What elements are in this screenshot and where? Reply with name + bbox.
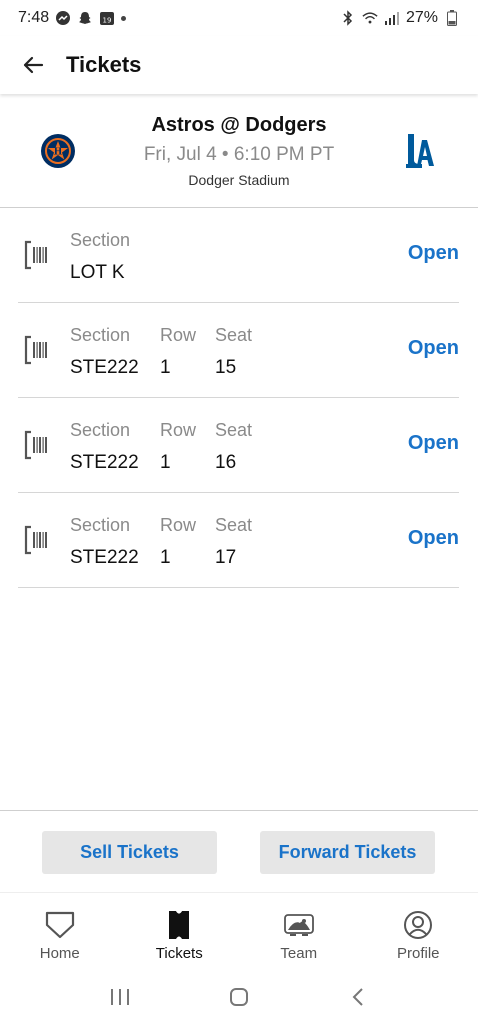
app-header: Tickets [0,36,478,94]
row-column: Row 1 [160,513,196,571]
profile-icon [402,909,434,941]
status-bar: 7:48 19 27% [0,0,478,36]
row-value: 1 [160,357,171,378]
calendar-icon: 19 [99,10,115,26]
open-ticket-button[interactable]: Open [408,432,459,455]
ticket-row[interactable]: Section STE222 Row 1 Seat 15 Open [18,303,459,398]
game-datetime: Fri, Jul 4 • 6:10 PM PT [143,144,335,165]
astros-logo: H [40,133,76,169]
seat-value: 16 [215,452,237,473]
section-value: STE222 [70,357,139,378]
section-column: Section LOT K [70,228,130,286]
section-label: Section [70,325,131,345]
home-plate-icon [44,909,76,941]
barcode-ticket-icon [24,523,48,557]
seat-column: Seat 17 [215,513,252,571]
tab-bar: Home Tickets Team Profile [0,892,478,970]
tab-profile[interactable]: Profile [359,893,478,971]
tab-home-label: Home [39,945,80,962]
section-column: Section STE222 [70,323,139,381]
back-nav-button[interactable] [338,977,378,1017]
ticket-list: Section LOT K Open Section STE222 Row 1 … [18,208,459,588]
row-label: Row [160,325,197,345]
recent-apps-icon [110,989,129,1005]
game-matchup: Astros @ Dodgers [151,114,327,136]
wifi-icon [362,10,378,26]
section-label: Section [70,420,131,440]
tab-home[interactable]: Home [0,893,120,971]
messenger-icon [55,10,71,26]
ticket-row[interactable]: Section STE222 Row 1 Seat 16 Open [18,398,459,493]
tab-tickets[interactable]: Tickets [120,893,240,971]
section-column: Section STE222 [70,418,139,476]
section-value: STE222 [70,547,139,568]
section-value: LOT K [70,262,125,283]
battery-percent: 27% [405,9,438,26]
status-left: 7:48 19 [18,9,127,27]
seat-label: Seat [215,515,253,535]
calendar-day: 19 [103,17,112,25]
row-label: Row [160,420,197,440]
sell-tickets-button[interactable]: Sell Tickets [42,831,217,874]
tab-team-label: Team [280,945,318,962]
dodgers-logo [402,130,436,170]
tab-team[interactable]: Team [239,893,359,971]
row-column: Row 1 [160,418,196,476]
tab-profile-label: Profile [396,945,440,962]
team-icon [283,909,315,941]
status-time: 7:48 [18,9,50,26]
open-ticket-button[interactable]: Open [408,527,459,550]
barcode-ticket-icon [24,238,48,272]
seat-value: 17 [215,547,237,568]
home-circle-icon [229,988,248,1006]
section-label: Section [70,515,131,535]
snapchat-icon [77,10,93,26]
signal-icon [384,10,400,26]
system-nav-bar [0,970,478,1024]
tab-tickets-label: Tickets [155,945,203,962]
row-column: Row 1 [160,323,196,381]
barcode-ticket-icon [24,333,48,367]
game-info: Astros @ Dodgers Fri, Jul 4 • 6:10 PM PT… [100,112,378,190]
row-value: 1 [160,452,171,473]
back-button[interactable] [18,50,48,80]
seat-label: Seat [215,325,253,345]
bluetooth-icon [340,10,356,26]
section-label: Section [70,230,131,250]
section-value: STE222 [70,452,139,473]
page-title: Tickets [66,52,142,77]
more-notifications-dot [121,15,127,21]
open-ticket-button[interactable]: Open [408,242,459,265]
open-ticket-button[interactable]: Open [408,337,459,360]
row-value: 1 [160,547,171,568]
game-card: H Astros @ Dodgers Fri, Jul 4 • 6:10 PM … [0,96,478,208]
ticket-icon [163,909,195,941]
bottom-actions: Sell Tickets Forward Tickets [0,810,478,892]
battery-icon [444,10,460,26]
arrow-left-icon [23,56,44,74]
row-label: Row [160,515,197,535]
ticket-row[interactable]: Section LOT K Open [18,208,459,303]
seat-column: Seat 15 [215,323,252,381]
forward-tickets-button[interactable]: Forward Tickets [260,831,435,874]
section-column: Section STE222 [70,513,139,571]
seat-label: Seat [215,420,253,440]
seat-column: Seat 16 [215,418,252,476]
seat-value: 15 [215,357,237,378]
status-right: 27% [340,9,460,27]
recent-apps-button[interactable] [100,977,140,1017]
svg-text:H: H [54,148,63,158]
chevron-left-icon [352,988,364,1006]
barcode-ticket-icon [24,428,48,462]
home-nav-button[interactable] [219,977,259,1017]
game-venue: Dodger Stadium [188,172,290,188]
ticket-row[interactable]: Section STE222 Row 1 Seat 17 Open [18,493,459,588]
